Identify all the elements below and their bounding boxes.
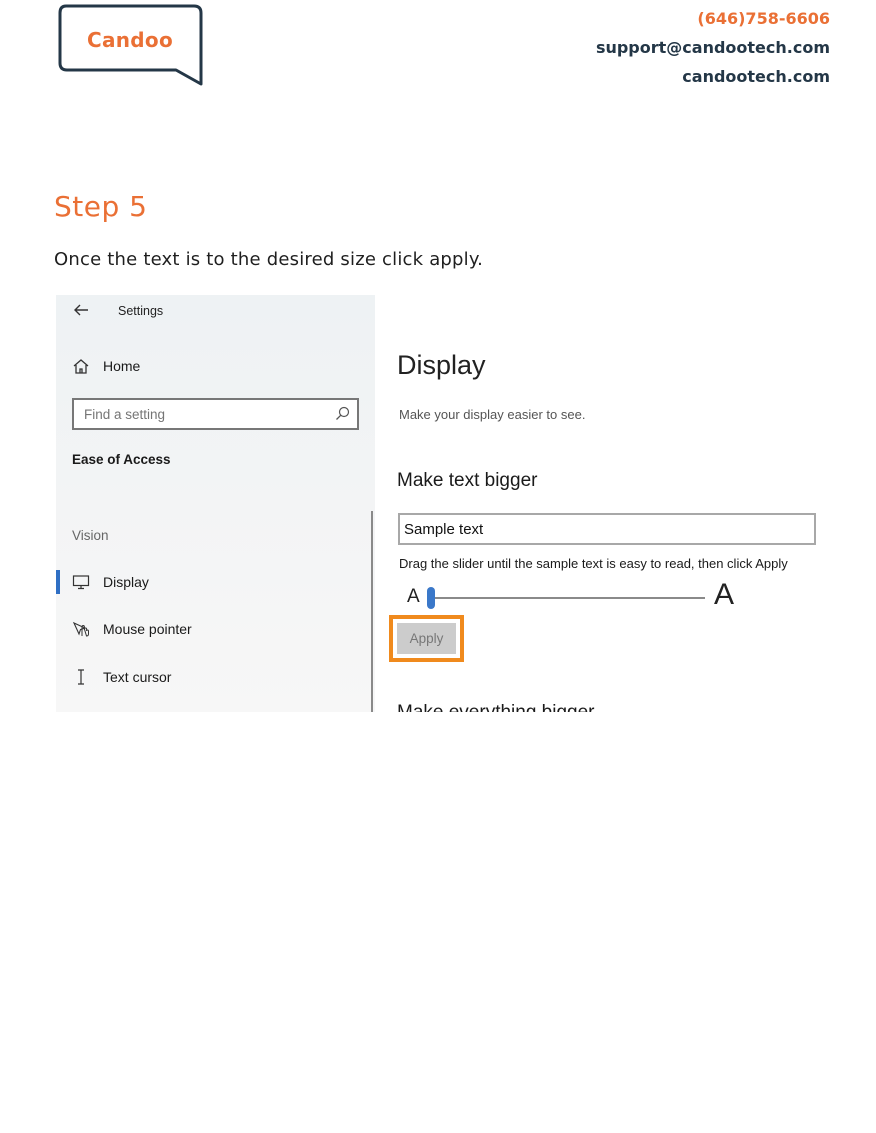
sidebar-item-text-cursor[interactable]: Text cursor xyxy=(56,665,356,689)
contact-email[interactable]: support@candootech.com xyxy=(596,33,830,62)
section-title: Ease of Access xyxy=(72,452,171,467)
search-box[interactable] xyxy=(72,398,359,430)
step-instruction: Once the text is to the desired size cli… xyxy=(54,249,484,270)
text-size-slider-thumb[interactable] xyxy=(427,587,435,609)
sample-text-preview: Sample text xyxy=(398,513,816,545)
contact-block: (646)758-6606 support@candootech.com can… xyxy=(596,4,830,91)
home-icon xyxy=(73,359,89,374)
search-icon[interactable] xyxy=(335,406,350,421)
slider-hint: Drag the slider until the sample text is… xyxy=(399,556,788,571)
text-cursor-icon xyxy=(78,669,84,685)
settings-main-pane: Display Make your display easier to see.… xyxy=(375,295,826,712)
next-section-heading: Make everything bigger xyxy=(397,702,595,712)
sidebar-item-label: Text cursor xyxy=(103,669,172,685)
page-title: Display xyxy=(397,350,486,380)
group-label-vision: Vision xyxy=(72,528,109,543)
candoo-logo: Candoo xyxy=(58,4,204,88)
contact-phone[interactable]: (646)758-6606 xyxy=(596,4,830,33)
sidebar-item-label: Display xyxy=(103,574,149,590)
slider-min-label: A xyxy=(407,586,420,607)
text-size-slider-track[interactable] xyxy=(428,597,705,599)
selected-indicator xyxy=(56,570,60,594)
sidebar-scrollbar[interactable] xyxy=(371,511,373,712)
page-subtitle: Make your display easier to see. xyxy=(399,407,586,422)
slider-max-label: A xyxy=(714,578,735,611)
apply-button[interactable]: Apply xyxy=(397,623,456,654)
text-size-heading: Make text bigger xyxy=(397,470,538,491)
sidebar-item-display[interactable]: Display xyxy=(56,570,356,594)
mouse-pointer-icon xyxy=(72,621,89,637)
search-input[interactable] xyxy=(84,405,324,423)
sidebar-item-label: Home xyxy=(103,358,141,374)
contact-website[interactable]: candootech.com xyxy=(596,62,830,91)
sidebar-item-home[interactable]: Home xyxy=(72,356,332,378)
sidebar-item-mouse-pointer[interactable]: Mouse pointer xyxy=(56,617,356,641)
sidebar-item-label: Mouse pointer xyxy=(103,621,192,637)
step-title: Step 5 xyxy=(54,190,148,223)
back-arrow-icon[interactable] xyxy=(72,301,90,319)
sample-text: Sample text xyxy=(404,521,484,538)
settings-sidebar: Settings Home Ease of Access Vision Disp… xyxy=(56,295,375,712)
monitor-icon xyxy=(72,575,90,590)
settings-title: Settings xyxy=(118,304,164,318)
logo-wordmark: Candoo xyxy=(86,28,173,52)
apply-highlight-box: Apply xyxy=(389,615,464,662)
settings-screenshot: Settings Home Ease of Access Vision Disp… xyxy=(56,295,826,712)
